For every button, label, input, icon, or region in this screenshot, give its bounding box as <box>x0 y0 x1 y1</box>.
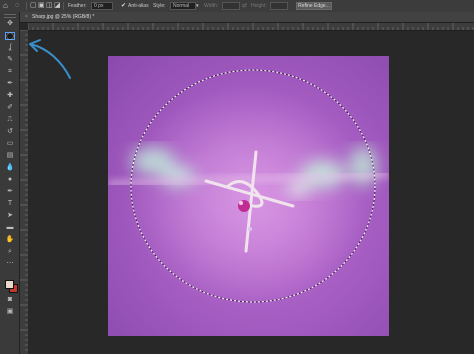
shape-tool-icon[interactable]: ▬ <box>5 224 15 232</box>
quick-mask-icon[interactable]: ◙ <box>5 296 15 304</box>
width-label: Width: <box>204 3 219 9</box>
height-label: Height: <box>251 3 267 9</box>
tools-panel: ✥ ◯ ʆ ✎ ⌗ ✒ ✚ ✐ ⎍ ↺ ▭ ▤ 💧 ● ✒ T ➤ ▬ ✋ ⌕ ⋯ ◙ ▣ <box>0 12 20 354</box>
blur-tool-icon[interactable]: 💧 <box>5 164 15 172</box>
zoom-tool-icon[interactable]: ⌕ <box>5 248 15 256</box>
type-tool-icon[interactable]: T <box>5 200 15 208</box>
add-selection-icon[interactable]: ▣ <box>38 0 45 12</box>
gradient-tool-icon[interactable]: ▤ <box>5 152 15 160</box>
barbed-wire-photo <box>108 86 389 306</box>
dodge-tool-icon[interactable]: ● <box>5 176 15 184</box>
height-input[interactable] <box>270 2 288 10</box>
home-icon[interactable]: ⌂ <box>3 0 8 12</box>
move-tool-icon[interactable]: ✥ <box>5 20 15 28</box>
pen-tool-icon[interactable]: ✒ <box>5 188 15 196</box>
screen-mode-icon[interactable]: ▣ <box>5 308 15 316</box>
eraser-tool-icon[interactable]: ▭ <box>5 140 15 148</box>
hand-tool-icon[interactable]: ✋ <box>5 236 15 244</box>
document-image[interactable] <box>108 56 389 336</box>
intersect-selection-icon[interactable]: ◪ <box>54 0 61 12</box>
toolbar-grip[interactable] <box>4 14 16 18</box>
clone-stamp-tool-icon[interactable]: ⎍ <box>5 116 15 124</box>
divider <box>63 2 64 10</box>
eyedropper-tool-icon[interactable]: ✒ <box>5 80 15 88</box>
crop-tool-icon[interactable]: ⌗ <box>5 68 15 76</box>
style-select[interactable]: Normal <box>170 2 196 10</box>
marquee-preset-icon[interactable]: ◌ <box>15 0 19 12</box>
chevron-down-icon[interactable]: ▾ <box>196 0 199 12</box>
document-title: Sharp.jpg @ 25% (RGB/8) * <box>32 14 95 20</box>
new-selection-icon[interactable]: ▢ <box>30 0 37 12</box>
subtract-selection-icon[interactable]: ◫ <box>46 0 53 12</box>
document-tab[interactable]: × Sharp.jpg @ 25% (RGB/8) * <box>20 12 474 23</box>
history-brush-tool-icon[interactable]: ↺ <box>5 128 15 136</box>
quick-selection-tool-icon[interactable]: ✎ <box>5 56 15 64</box>
divider <box>26 2 27 10</box>
style-label: Style: <box>153 3 166 9</box>
horizontal-ruler[interactable] <box>28 23 474 31</box>
antialias-label: Anti-alias <box>128 3 149 9</box>
elliptical-marquee-tool-icon[interactable]: ◯ <box>5 32 15 40</box>
brush-tool-icon[interactable]: ✐ <box>5 104 15 112</box>
foreground-color-swatch[interactable] <box>5 280 14 289</box>
feather-input[interactable]: 0 px <box>91 2 113 10</box>
width-input[interactable] <box>222 2 240 10</box>
antialias-checkbox[interactable]: ✔ <box>121 0 126 12</box>
feather-label: Feather: <box>68 3 87 9</box>
lasso-tool-icon[interactable]: ʆ <box>5 44 15 52</box>
healing-brush-tool-icon[interactable]: ✚ <box>5 92 15 100</box>
refine-edge-button[interactable]: Refine Edge... <box>296 2 332 10</box>
swap-dimensions-icon[interactable]: ⇄ <box>242 0 247 12</box>
edit-toolbar-icon[interactable]: ⋯ <box>5 260 15 268</box>
path-selection-tool-icon[interactable]: ➤ <box>5 212 15 220</box>
close-icon[interactable]: × <box>25 12 28 22</box>
